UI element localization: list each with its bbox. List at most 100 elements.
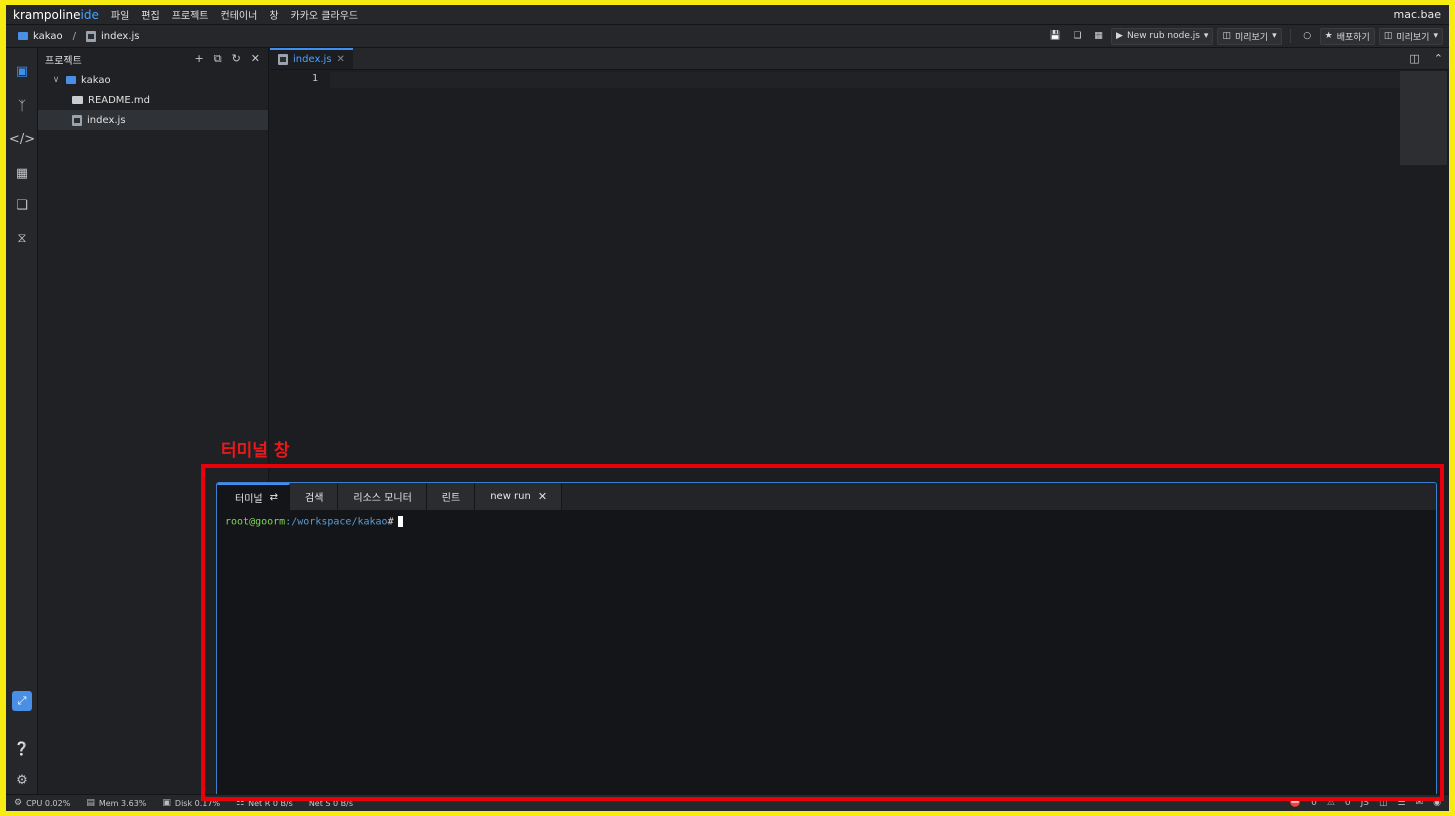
tab-lint[interactable]: 린트 [426,483,476,510]
brand-logo: krampolineide [13,7,99,22]
project-explorer-icon[interactable]: ▣ [12,61,32,81]
split-editor-icon[interactable]: ◫ [1409,52,1419,65]
terminal-output[interactable]: root@goorm:/workspace/kakao# [217,510,1436,534]
breadcrumb-bar: kakao / index.js 💾 ❏ ▦ ▶ New rub node.js ▾… [6,25,1449,48]
tree-file-index[interactable]: index.js [38,110,268,130]
tab-resource-monitor-label: 리소스 모니터 [353,493,412,504]
save-all-icon[interactable]: ❏ [1069,28,1086,45]
memory-icon: ▤ [86,798,95,808]
warning-count: 0 [1344,798,1351,808]
chevron-down-icon: ▾ [1272,31,1277,41]
add-icon[interactable]: + [194,52,203,66]
toolbar: 💾 ❏ ▦ ▶ New rub node.js ▾ ◫ 미리보기 ▾ ○ ★ 배포하기 ◫… [1046,27,1449,45]
chat-icon[interactable]: ✉ [1416,798,1424,808]
chevron-down-icon: ▾ [1203,31,1209,41]
tab-terminal-label: 터미널 [235,494,263,505]
status-bar: ⚙ CPU 0.02% ▤ Mem 3.63% ▣ Disk 0.17% ☷ N… [6,794,1449,811]
menu-kakao-cloud[interactable]: 카카오 클라우드 [285,7,365,22]
prompt-symbol: # [387,516,394,528]
minimap[interactable] [1400,71,1447,165]
play-icon: ▶ [1116,31,1123,41]
close-tab-icon[interactable]: ✕ [337,54,345,65]
breadcrumb-file[interactable]: index.js [85,30,140,42]
status-cpu[interactable]: ⚙ CPU 0.02% [6,798,78,808]
menu-edit[interactable]: 편집 [135,7,165,22]
tab-terminal[interactable]: 터미널 ⇄ [217,483,290,510]
toolbar-divider [1289,29,1291,43]
terminal-tab-bar: 터미널 ⇄ 검색 리소스 모니터 린트 new run ✕ [217,483,1436,510]
menu-file[interactable]: 파일 [105,7,135,22]
build-icon[interactable]: ▦ [1090,28,1107,45]
tab-new-run[interactable]: new run ✕ [475,483,563,510]
network-icon: ☷ [236,798,245,808]
status-mem[interactable]: ▤ Mem 3.63% [78,798,154,808]
user-menu[interactable]: mac.bae [1394,8,1450,21]
status-net-s[interactable]: Net S 0 B/s [301,799,361,808]
deploy-cube-icon[interactable]: ❏ [12,195,32,215]
breadcrumb-file-label: index.js [100,30,140,42]
container-icon[interactable]: ▦ [12,163,32,183]
tree-file-readme[interactable]: README.md [38,90,268,110]
editor-tab-index-js[interactable]: index.js ✕ [270,48,353,69]
close-icon[interactable]: ✕ [538,490,547,503]
tab-resource-monitor[interactable]: 리소스 모니터 [338,483,427,510]
warning-icon[interactable]: ⚠ [1327,798,1335,808]
chevron-down-icon: ∨ [52,75,60,85]
cpu-icon: ⚙ [14,798,23,808]
refresh-icon[interactable]: ⇄ [270,492,278,503]
layout-icon[interactable]: ◫ [1379,798,1388,808]
refresh-icon[interactable]: ↻ [232,52,241,66]
folder-icon [18,32,28,40]
js-file-icon [85,30,96,42]
save-icon[interactable]: 💾 [1046,28,1065,45]
status-net-s-label: Net S 0 B/s [308,798,354,808]
new-window-icon[interactable]: ⧉ [214,52,222,66]
share-icon[interactable]: ⧖ [12,228,32,248]
error-icon[interactable]: ⛔ [1290,798,1301,808]
preview-button-label: 미리보기 [1234,32,1269,43]
breadcrumb-project[interactable]: kakao [6,31,63,42]
prompt-user: root@goorm [225,516,286,528]
activity-bar: ▣ ᛉ </> ▦ ❏ ⧖ ⤢ ❔ ⚙ [6,48,38,794]
status-disk[interactable]: ▣ Disk 0.17% [154,798,228,808]
status-net-r[interactable]: ☷ Net R 0 B/s [228,798,301,808]
menu-window[interactable]: 창 [263,7,284,22]
project-panel-title: 프로젝트 [45,55,82,67]
tree-folder-kakao[interactable]: ∨ kakao [38,70,268,90]
run-button[interactable]: ▶ New rub node.js ▾ [1111,27,1214,45]
chevron-up-icon[interactable]: ⌃ [1434,52,1443,65]
status-mem-label: Mem 3.63% [98,798,147,808]
run-button-label: New rub node.js [1126,31,1200,41]
fullscreen-icon[interactable]: ⤢ [12,691,32,711]
terminal-panel: 터미널 ⇄ 검색 리소스 모니터 린트 new run ✕ root@goorm… [216,482,1437,797]
close-icon[interactable]: ✕ [251,52,260,66]
globe-icon[interactable]: ○ [1299,28,1316,45]
comments-icon[interactable]: ☰ [1398,798,1406,808]
tab-lint-label: 린트 [441,493,461,504]
tree-file-label: index.js [87,114,126,126]
menu-project[interactable]: 프로젝트 [166,7,215,22]
bell-icon[interactable]: ◉ [1433,798,1441,808]
current-line-highlight [330,72,1400,88]
code-icon[interactable]: </> [9,129,35,149]
git-branch-icon[interactable]: ᛉ [12,96,32,116]
prompt-path: :/workspace/kakao [285,516,388,528]
settings-gear-icon[interactable]: ⚙ [12,770,32,790]
language-mode[interactable]: JS [1361,798,1369,808]
deploy-button-label: 배포하기 [1336,32,1370,43]
status-disk-label: Disk 0.17% [174,798,221,808]
editor-tab-bar: index.js ✕ ◫ ⌃ [270,48,1449,70]
menu-container[interactable]: 컨테이너 [215,7,264,22]
menu-bar: krampolineide 파일 편집 프로젝트 컨테이너 창 카카오 클라우드… [6,5,1449,25]
status-net-r-label: Net R 0 B/s [248,798,293,808]
deploy-button[interactable]: ★ 배포하기 [1319,27,1375,45]
preview-icon: ◫ [1222,31,1231,41]
tab-search[interactable]: 검색 [290,483,339,510]
preview2-button[interactable]: ◫ 미리보기 ▾ [1378,27,1443,45]
preview-button[interactable]: ◫ 미리보기 ▾ [1217,27,1282,45]
preview2-button-label: 미리보기 [1396,32,1430,43]
status-cpu-label: CPU 0.02% [26,798,71,808]
help-icon[interactable]: ❔ [12,739,32,759]
breadcrumb-separator: / [72,30,76,42]
line-number: 1 [311,73,318,84]
